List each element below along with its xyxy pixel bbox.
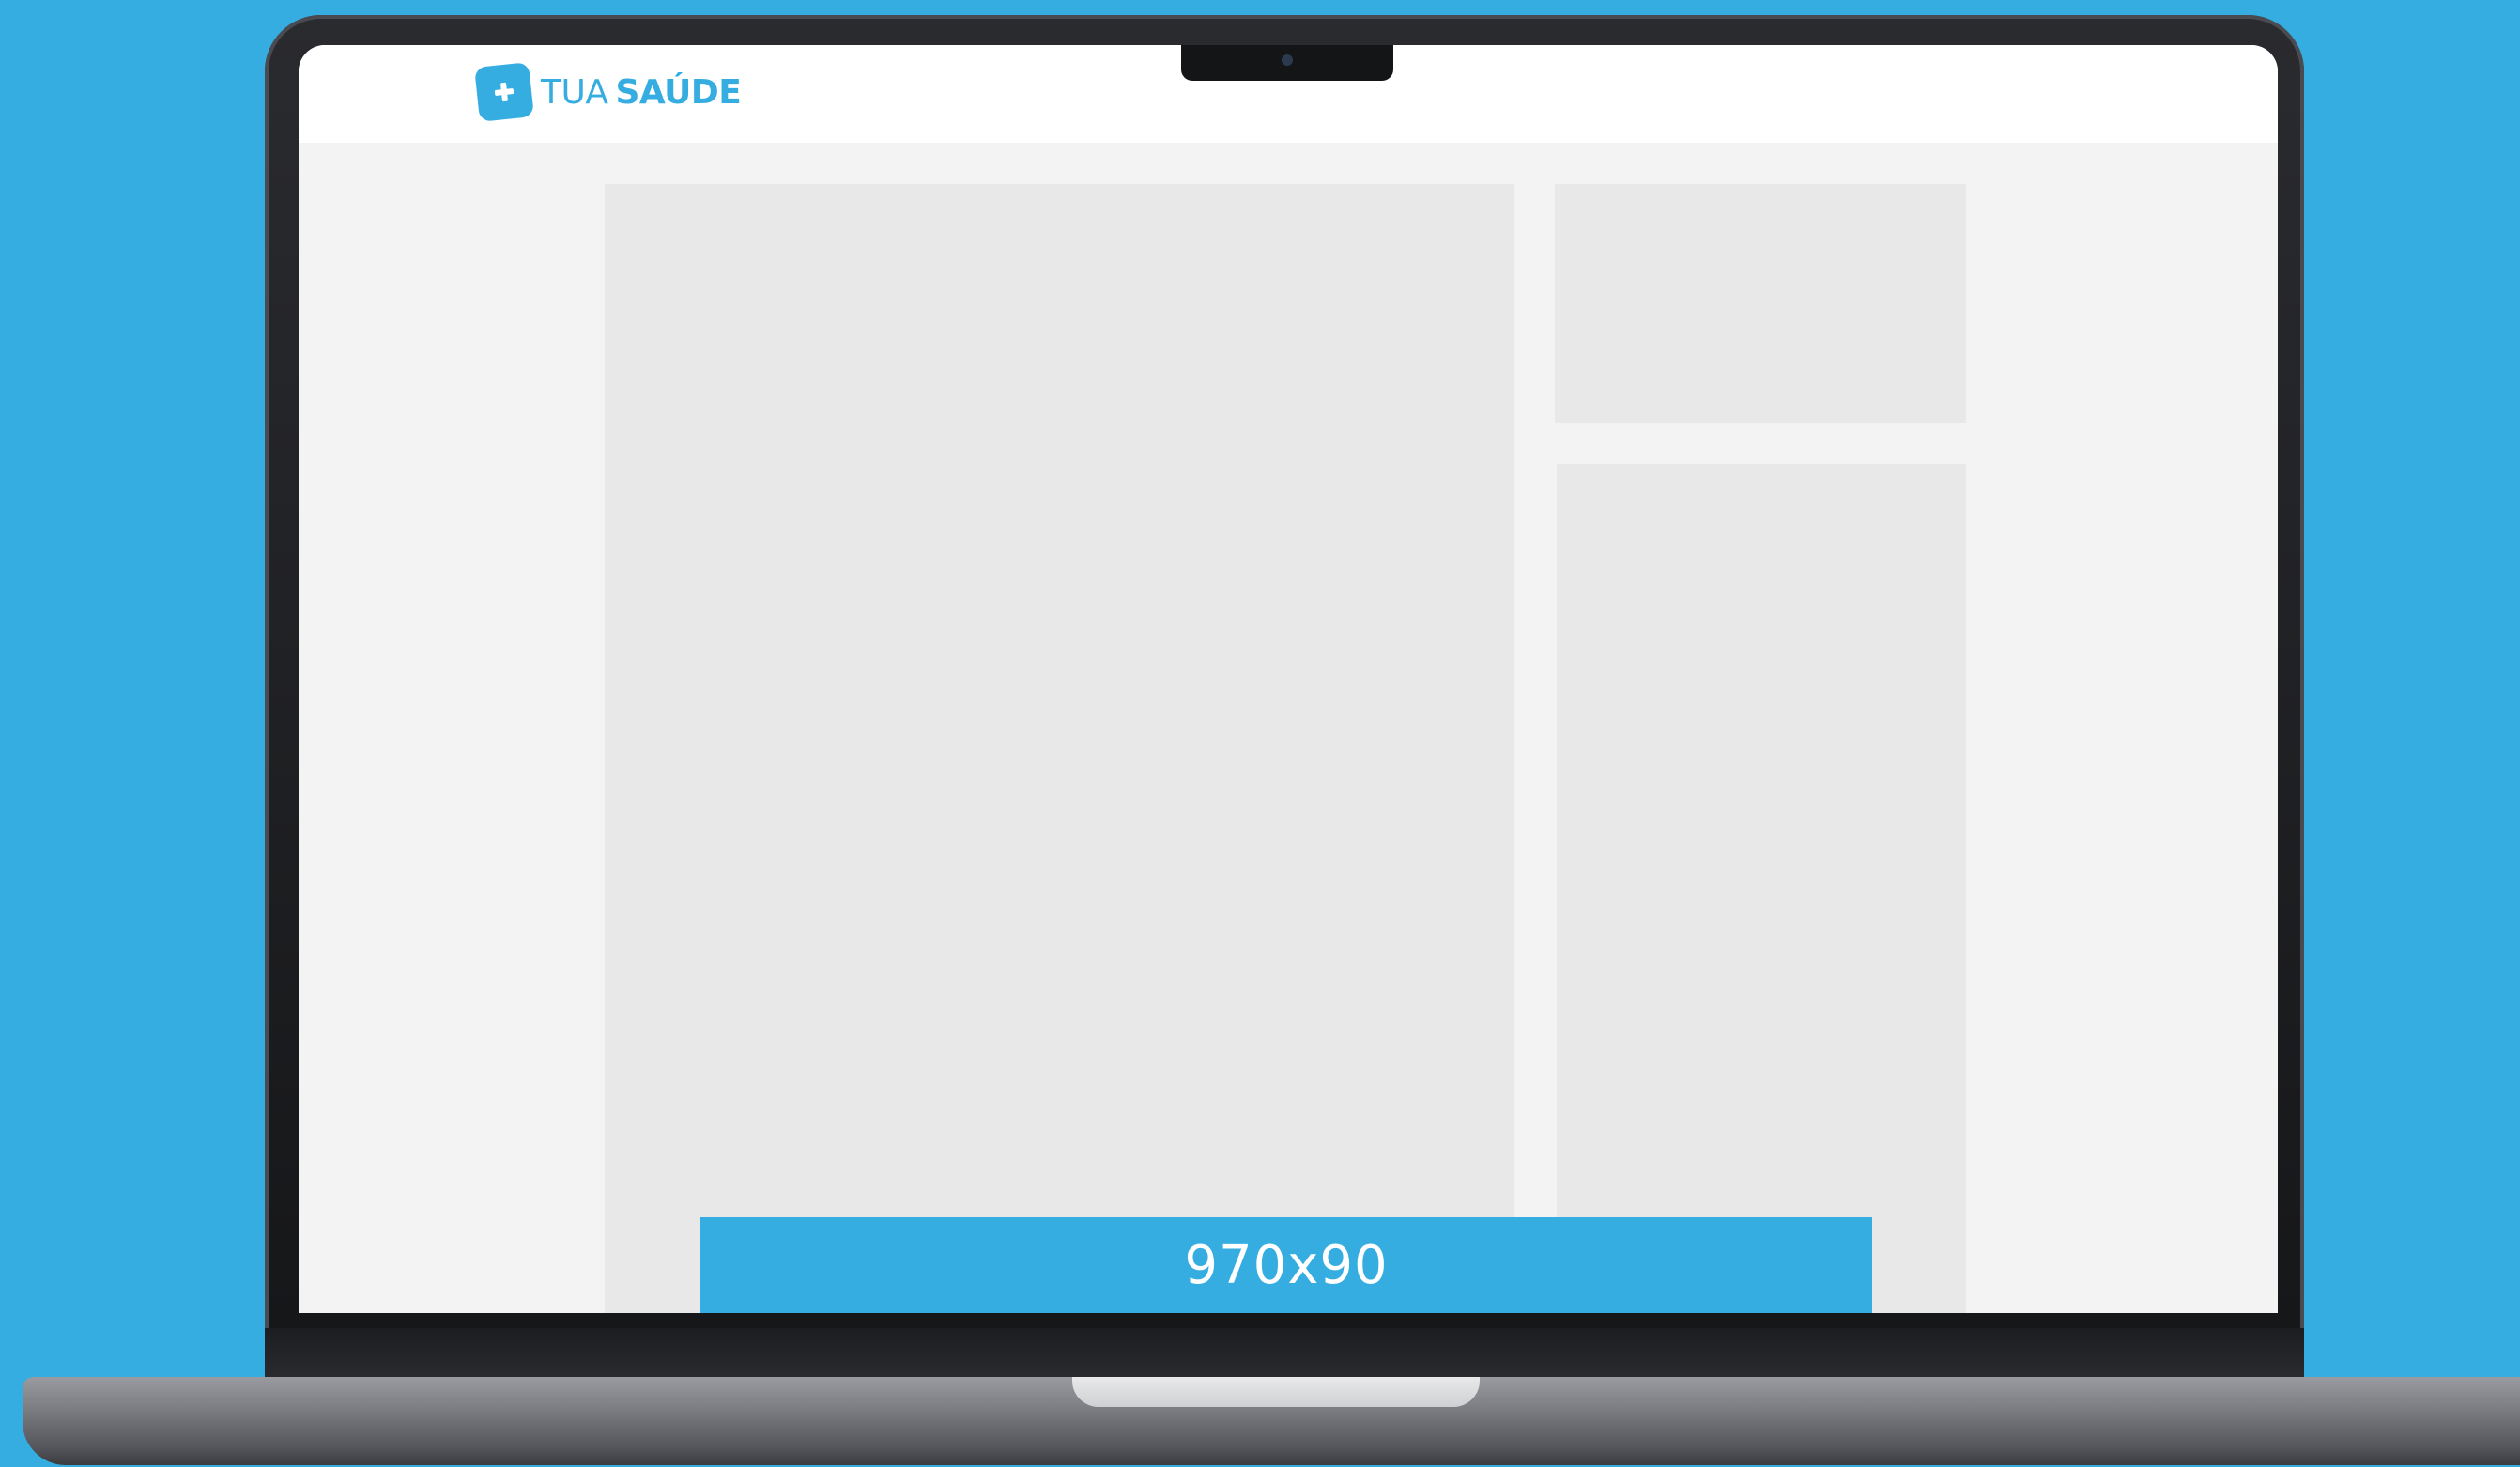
camera-notch (1181, 45, 1393, 81)
plus-icon (474, 62, 534, 122)
logo-text-light: TUA (541, 72, 608, 112)
sidebar-ad-placeholder-bottom (1557, 464, 1966, 1313)
laptop-base-notch (1072, 1377, 1480, 1407)
ad-banner-970x90[interactable]: 970x90 (700, 1217, 1872, 1313)
ad-banner-label: 970x90 (1184, 1234, 1389, 1296)
laptop-bezel-bottom (265, 1328, 2304, 1382)
main-content-placeholder (605, 184, 1514, 1313)
sidebar-ad-placeholder-top (1555, 184, 1966, 423)
site-logo[interactable]: TUA SAÚDE (474, 62, 742, 122)
camera-icon (1282, 54, 1293, 66)
laptop-screen: TUA SAÚDE 970x90 (299, 45, 2278, 1313)
logo-wordmark: TUA SAÚDE (541, 72, 742, 112)
logo-text-bold: SAÚDE (615, 72, 742, 112)
